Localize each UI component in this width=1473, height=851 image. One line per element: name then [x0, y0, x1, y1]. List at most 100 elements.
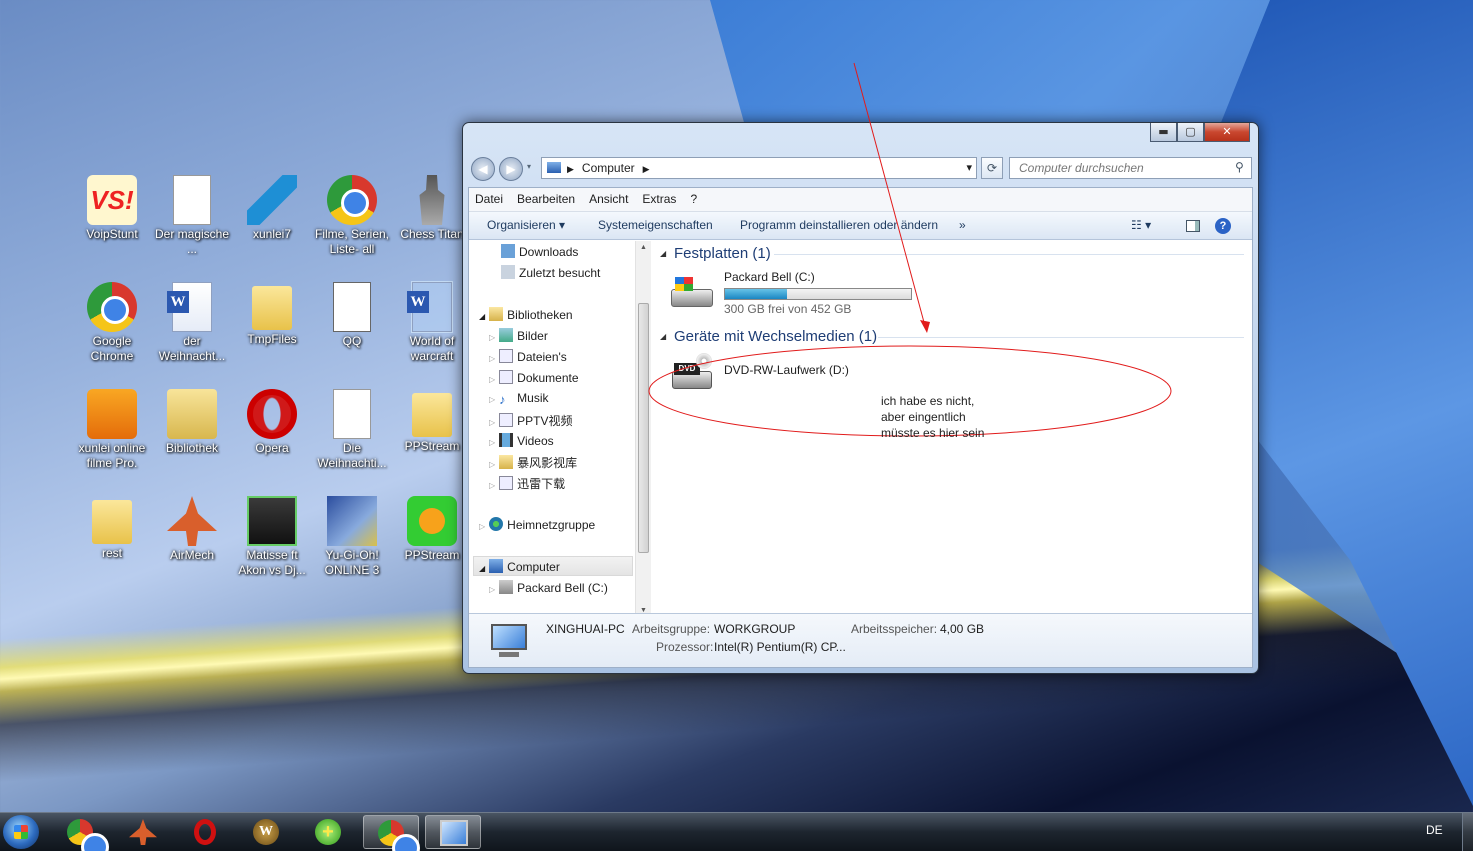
- refresh-button[interactable]: ⟳: [981, 157, 1003, 179]
- tree-item-packard-bell[interactable]: ▷ Packard Bell (C:): [489, 580, 608, 595]
- close-button[interactable]: ✕: [1204, 123, 1250, 142]
- expand-triangle-icon[interactable]: ▷: [489, 438, 495, 447]
- video-thumbnail-icon: [247, 496, 297, 546]
- chrome-icon: [378, 820, 420, 851]
- menu-ansicht[interactable]: Ansicht: [589, 192, 628, 206]
- expand-triangle-icon[interactable]: ▷: [489, 481, 495, 490]
- desktop-icon-opera[interactable]: Opera: [232, 389, 312, 456]
- breadcrumb-chevron-icon[interactable]: ▶: [643, 164, 650, 174]
- tree-item-pptv[interactable]: ▷ PPTV视频: [489, 412, 573, 429]
- desktop-icon-rest[interactable]: rest: [72, 496, 152, 561]
- tree-item-musik[interactable]: ▷ ♪ Musik: [489, 391, 549, 407]
- system-properties-button[interactable]: Systemeigenschaften: [598, 212, 713, 238]
- desktop-icon-airmech[interactable]: AirMech: [152, 496, 232, 563]
- scrollbar-thumb[interactable]: [638, 303, 649, 553]
- desktop-icon-qq[interactable]: QQ: [312, 282, 392, 349]
- library-folder-icon: [167, 389, 217, 439]
- documents-library-icon: [499, 370, 514, 384]
- expand-triangle-icon[interactable]: ▷: [479, 522, 485, 531]
- desktop-icon-tmpfiles[interactable]: TmpFiles: [232, 282, 312, 347]
- address-bar[interactable]: ▶ Computer ▶ ▾: [541, 157, 977, 179]
- tree-item-dokumente[interactable]: ▷ Dokumente: [489, 370, 579, 385]
- tree-item-recent[interactable]: Zuletzt besucht: [501, 265, 600, 280]
- desktop-icon-yugioh[interactable]: Yu-Gi-Oh! ONLINE 3: [312, 496, 392, 578]
- desktop-icon-ppstream[interactable]: PPStream: [392, 496, 472, 563]
- desktop-icon-matisse[interactable]: Matisse ft Akon vs Dj...: [232, 496, 312, 578]
- tree-item-downloads[interactable]: Downloads: [501, 244, 578, 259]
- breadcrumb-separator-icon: ▶: [567, 164, 574, 174]
- change-view-icon[interactable]: ☷ ▾: [1131, 212, 1151, 238]
- desktop-icon-label: Chess Titan: [400, 227, 464, 241]
- tree-item-baofeng[interactable]: ▷ 暴风影视库: [489, 454, 577, 471]
- tree-item-bilder[interactable]: ▷ Bilder: [489, 328, 548, 343]
- menu-bearbeiten[interactable]: Bearbeiten: [517, 192, 575, 206]
- taskbar-opera[interactable]: [177, 815, 233, 849]
- desktop-icon-xunlei7[interactable]: xunlei7: [232, 175, 312, 242]
- desktop-icon-die-weihnachti[interactable]: Die Weihnachti...: [312, 389, 392, 471]
- menu-bar: Datei Bearbeiten Ansicht Extras?: [469, 188, 1252, 212]
- taskbar-plus-app[interactable]: +: [301, 815, 357, 849]
- tree-item-computer[interactable]: ◢ Computer: [473, 556, 633, 576]
- address-dropdown-icon[interactable]: ▾: [966, 158, 972, 178]
- desktop-icon-bibliothek[interactable]: Bibliothek: [152, 389, 232, 456]
- expand-triangle-icon[interactable]: ▷: [489, 375, 495, 384]
- breadcrumb-computer[interactable]: Computer: [582, 161, 635, 175]
- tree-item-dateiens[interactable]: ▷ Dateien's: [489, 349, 567, 364]
- collapse-triangle-icon[interactable]: ◢: [479, 312, 485, 321]
- tree-item-videos[interactable]: ▷ Videos: [489, 433, 554, 448]
- document-icon: [173, 175, 211, 225]
- menu-help[interactable]: ?: [690, 192, 697, 206]
- group-collapse-icon[interactable]: ◢: [660, 249, 666, 258]
- desktop-icon-label: Bibliothek: [165, 441, 219, 455]
- expand-triangle-icon[interactable]: ▷: [489, 418, 495, 427]
- help-icon[interactable]: ?: [1215, 218, 1231, 234]
- expand-triangle-icon[interactable]: ▷: [489, 354, 495, 363]
- taskbar-warcraft[interactable]: W: [239, 815, 295, 849]
- collapse-triangle-icon[interactable]: ◢: [479, 564, 485, 573]
- desktop-icon-der-magische[interactable]: Der magische ...: [152, 175, 232, 257]
- desktop-icon-voipstunt[interactable]: VS! VoipStunt: [72, 175, 152, 242]
- drive-dvd-rw[interactable]: DVD-RW-Laufwerk (D:): [724, 363, 849, 377]
- expand-triangle-icon[interactable]: ▷: [489, 585, 495, 594]
- desktop-icon-filme-serien[interactable]: Filme, Serien, Liste- all: [312, 175, 392, 257]
- recent-pages-chevron-icon[interactable]: ▾: [527, 162, 531, 171]
- start-button[interactable]: [3, 815, 39, 849]
- taskbar-chrome-active[interactable]: [363, 815, 420, 851]
- desktop-icon-der-weihnacht[interactable]: der Weihnacht...: [152, 282, 232, 364]
- airmech-icon: [129, 819, 157, 845]
- scroll-up-icon[interactable]: ▲: [640, 244, 647, 251]
- desktop-icon-xunlei-online[interactable]: xunlei online filme Pro.: [72, 389, 152, 471]
- expand-triangle-icon[interactable]: ▷: [489, 460, 495, 469]
- back-button[interactable]: ◀: [471, 157, 495, 181]
- drive-packard-bell[interactable]: Packard Bell (C:) 300 GB frei von 452 GB: [724, 270, 914, 316]
- desktop-icon-chess-titan[interactable]: Chess Titan: [392, 175, 472, 242]
- navigation-scrollbar[interactable]: ▲ ▼: [635, 241, 651, 617]
- taskbar-airmech[interactable]: [115, 815, 171, 849]
- preview-pane-icon[interactable]: [1186, 220, 1200, 232]
- group-header-removable[interactable]: Geräte mit Wechselmedien (1): [674, 328, 877, 345]
- more-commands-button[interactable]: »: [959, 212, 966, 238]
- desktop-icon-google-chrome[interactable]: Google Chrome: [72, 282, 152, 364]
- tree-item-xunlei[interactable]: ▷ 迅雷下载: [489, 475, 565, 492]
- search-input[interactable]: Computer durchsuchen: [1009, 157, 1252, 179]
- group-collapse-icon[interactable]: ◢: [660, 332, 666, 341]
- expand-triangle-icon[interactable]: ▷: [489, 333, 495, 342]
- desktop-icon-ppstream-folder[interactable]: PPStream: [392, 389, 472, 454]
- uninstall-program-button[interactable]: Programm deinstallieren oder ändern: [740, 212, 938, 238]
- tree-item-homegroup[interactable]: ▷ Heimnetzgruppe: [479, 517, 595, 532]
- menu-extras[interactable]: Extras: [642, 192, 676, 206]
- menu-datei[interactable]: Datei: [475, 192, 503, 206]
- language-indicator[interactable]: DE: [1426, 823, 1443, 837]
- taskbar-explorer[interactable]: [425, 815, 481, 849]
- search-icon[interactable]: ⚲: [1235, 160, 1244, 174]
- expand-triangle-icon[interactable]: ▷: [489, 395, 495, 404]
- tree-item-libraries[interactable]: ◢ Bibliotheken: [479, 307, 573, 322]
- forward-button[interactable]: ▶: [499, 157, 523, 181]
- group-header-hard-disks[interactable]: Festplatten (1): [674, 245, 771, 262]
- organize-button[interactable]: Organisieren ▾: [487, 212, 565, 238]
- desktop-icon-world-of-warcraft[interactable]: World of warcraft: [392, 281, 472, 364]
- taskbar-chrome[interactable]: [53, 815, 109, 851]
- show-desktop-button[interactable]: [1462, 813, 1473, 851]
- minimize-button[interactable]: ▬: [1150, 123, 1177, 142]
- maximize-button[interactable]: ▢: [1177, 123, 1204, 142]
